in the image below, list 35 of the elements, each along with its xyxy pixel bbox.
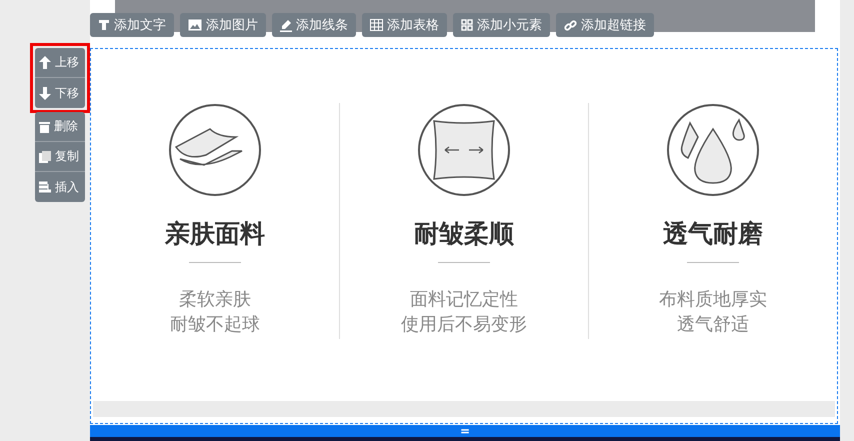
toolbar-button[interactable]: 添加表格: [362, 13, 447, 37]
toolbar-button[interactable]: 添加超链接: [556, 13, 654, 37]
feature-title: 耐皱柔顺: [414, 218, 514, 250]
resize-handle[interactable]: =: [460, 425, 470, 437]
feature-description: 耐皱不起球: [170, 313, 260, 337]
pencil-icon: [280, 18, 292, 32]
side-tool-button[interactable]: 上移: [35, 48, 85, 78]
link-icon: [564, 18, 577, 32]
feature-description: 使用后不易变形: [401, 313, 527, 337]
resize-bar[interactable]: =: [90, 425, 840, 437]
side-tool-button[interactable]: 复制: [35, 142, 85, 172]
copy-icon: [39, 150, 51, 162]
feature-description: 透气舒适: [677, 313, 749, 337]
side-tool-button[interactable]: 插入: [35, 172, 85, 202]
insert-icon: [39, 181, 51, 193]
feature-title: 透气耐磨: [663, 218, 763, 250]
feature-description: 面料记忆定性: [410, 288, 518, 312]
fabric-layers-icon: [168, 103, 262, 197]
toolbar-button[interactable]: 添加小元素: [453, 13, 550, 37]
toolbar-button[interactable]: 添加文字: [90, 13, 174, 37]
feature-title: 亲肤面料: [165, 218, 265, 250]
water-drops-icon: [666, 103, 760, 197]
trash-icon: [39, 120, 50, 132]
image-icon: [188, 19, 202, 31]
feature-description: 柔软亲肤: [179, 288, 251, 312]
side-tool-button[interactable]: 删除: [35, 112, 85, 142]
side-tool-button[interactable]: 下移: [35, 78, 85, 108]
text-icon: [98, 19, 110, 31]
toolbar-button[interactable]: 添加线条: [272, 13, 356, 37]
feature-description: 布料质地厚实: [659, 288, 767, 312]
up-arrow-icon: [39, 56, 51, 69]
table-icon: [370, 19, 383, 31]
grid-icon: [461, 19, 473, 31]
down-arrow-icon: [39, 86, 51, 100]
toolbar-button[interactable]: 添加图片: [180, 13, 266, 37]
